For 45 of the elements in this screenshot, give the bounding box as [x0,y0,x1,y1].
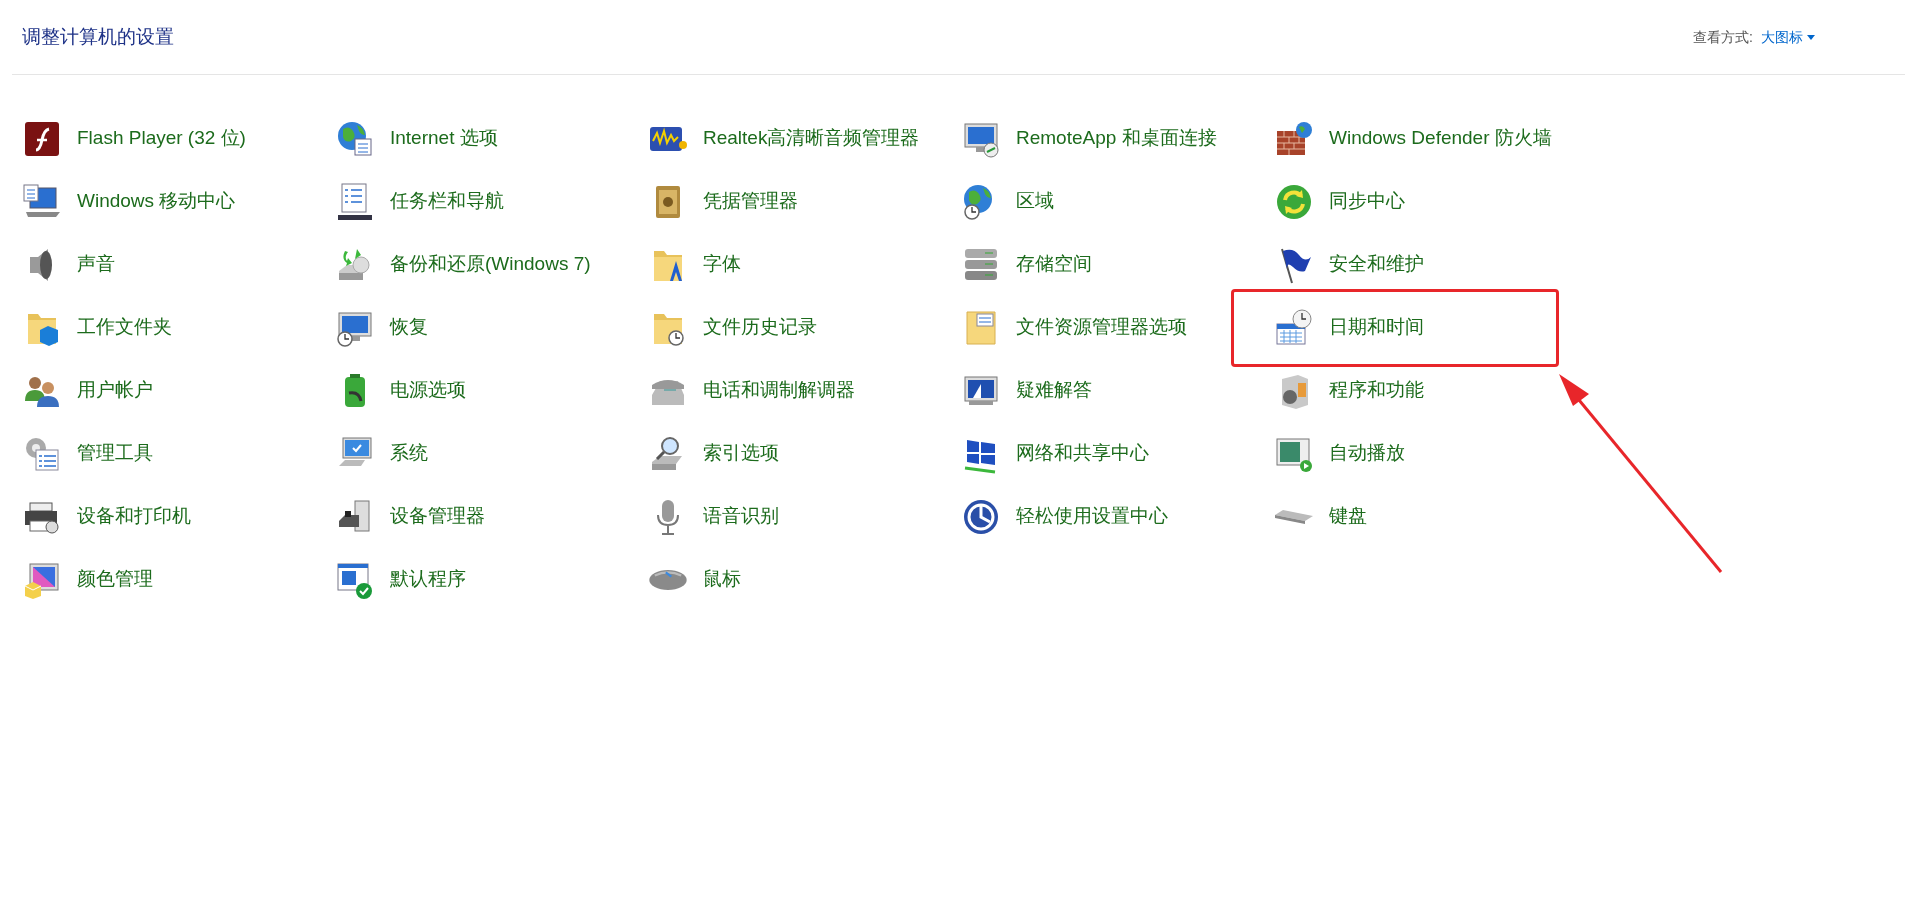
control-panel-item[interactable]: Windows 移动中心 [22,181,236,222]
control-panel-item[interactable]: 区域 [961,181,1054,222]
control-panel-item[interactable]: 字体 [648,244,741,285]
control-panel-item[interactable]: 工作文件夹 [22,307,172,348]
control-panel-item[interactable]: 默认程序 [335,559,466,600]
control-panel-item[interactable]: 凭据管理器 [648,181,798,222]
control-panel-item[interactable]: 用户帐户 [22,370,153,411]
view-dropdown[interactable]: 大图标 [1761,26,1815,48]
mouse-icon [648,568,688,591]
view-by-label: 查看方式: [1693,27,1753,47]
control-panel-item[interactable]: 文件资源管理器选项 [961,307,1187,348]
control-panel-item[interactable]: 声音 [22,244,115,285]
page-title: 调整计算机的设置 [22,24,174,49]
control-panel-item[interactable]: Realtek高清晰音频管理器 [648,118,920,159]
control-panel-item[interactable]: 系统 [335,433,428,474]
control-panel-item[interactable]: 键盘 [1274,504,1367,529]
control-panel-item[interactable]: 设备管理器 [335,496,485,537]
control-panel-item[interactable]: 轻松使用设置中心 [961,496,1168,537]
control-panel-item[interactable]: 文件历史记录 [648,307,817,348]
control-panel-item[interactable]: 设备和打印机 [22,496,191,537]
control-panel-item[interactable]: 自动播放 [1274,433,1405,474]
control-panel-item[interactable]: 安全和维护 [1274,244,1424,285]
control-panel-item[interactable]: 语音识别 [648,496,779,537]
control-panel-item[interactable]: 疑难解答 [961,370,1092,411]
control-panel-item[interactable]: 日期和时间 [1231,288,1559,367]
calendar-icon [1274,307,1314,348]
control-panel-item[interactable]: Windows Defender 防火墙 [1274,118,1552,159]
control-panel-item[interactable]: 同步中心 [1274,181,1405,222]
control-panel-item[interactable]: 网络和共享中心 [961,433,1149,474]
control-panel-item[interactable]: 任务栏和导航 [335,181,504,222]
control-panel-item[interactable]: 颜色管理 [22,559,153,600]
control-panel-item[interactable]: 电源选项 [335,370,466,411]
control-panel-item[interactable]: 索引选项 [648,433,779,474]
control-panel-item[interactable]: 程序和功能 [1274,370,1424,411]
control-panel-item[interactable]: Flash Player (32 位) [22,118,246,159]
control-panel-item[interactable]: 存储空间 [961,244,1092,285]
control-panel-item[interactable]: 电话和调制解调器 [648,370,855,411]
control-panel-item[interactable]: 备份和还原(Windows 7) [335,244,591,285]
control-panel-item[interactable]: 恢复 [335,307,428,348]
control-panel-item[interactable]: Internet 选项 [335,118,498,159]
control-panel-item[interactable]: 管理工具 [22,433,153,474]
checklist-icon [335,181,375,222]
control-panel-item[interactable]: 鼠标 [648,567,741,592]
control-panel-item[interactable]: RemoteApp 和桌面连接 [961,118,1217,159]
caret-icon [1807,34,1815,40]
